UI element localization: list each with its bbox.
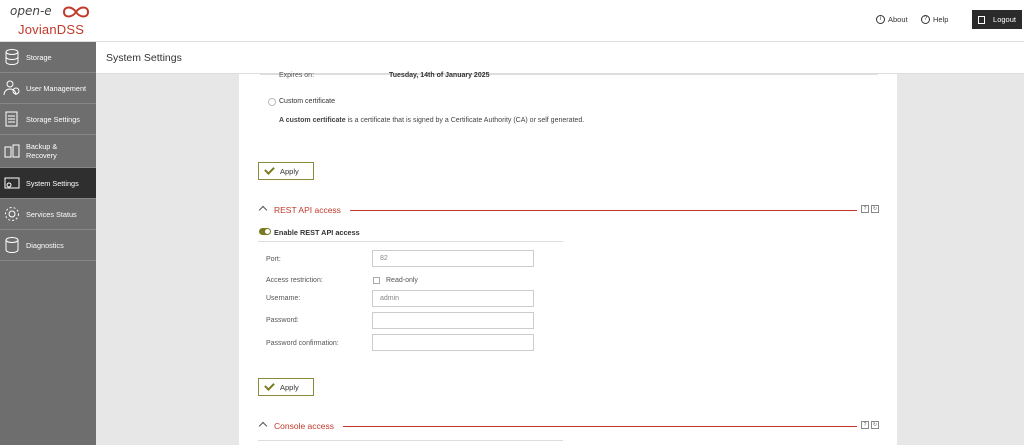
section-title: REST API access <box>274 205 341 215</box>
collapse-chevron-icon[interactable] <box>258 421 268 431</box>
about-label: About <box>888 15 908 24</box>
help-box-icon[interactable]: ? <box>861 421 869 429</box>
sidebar-item-label: System Settings <box>26 178 79 188</box>
section-line <box>343 426 857 427</box>
page-title: System Settings <box>106 52 182 64</box>
refresh-box-icon[interactable]: ↻ <box>871 205 879 213</box>
settings-panel: Expires on: Tuesday, 14th of January 202… <box>239 72 897 445</box>
sidebar-item-diagnostics[interactable]: Diagnostics <box>0 230 96 261</box>
logout-icon <box>978 15 985 24</box>
collapse-chevron-icon[interactable] <box>258 205 268 215</box>
refresh-box-icon[interactable]: ↻ <box>871 421 879 429</box>
help-box-icon[interactable]: ? <box>861 205 869 213</box>
sidebar: Storage User Management Storage Settings… <box>0 42 96 445</box>
sidebar-item-label: Backup & Recovery <box>26 142 58 160</box>
storage-settings-icon <box>5 111 18 127</box>
sidebar-item-label: Storage <box>26 52 52 62</box>
sidebar-item-label: Diagnostics <box>26 240 64 250</box>
username-label: Username: <box>266 295 301 302</box>
apply-certificate-button[interactable]: Apply <box>258 162 314 180</box>
apply-label: Apply <box>280 166 299 176</box>
expires-label: Expires on: <box>279 72 315 79</box>
sidebar-item-services-status[interactable]: Services Status <box>0 199 96 230</box>
read-only-label: Read-only <box>386 277 418 284</box>
sidebar-item-label: Services Status <box>26 209 77 219</box>
enable-rest-api-toggle[interactable] <box>259 228 271 235</box>
brand-logo[interactable]: open-e JovianDSS <box>10 4 90 38</box>
brand-line1: open-e <box>10 4 52 18</box>
access-restriction-label: Access restriction: <box>266 277 323 284</box>
section-line <box>350 210 857 211</box>
read-only-checkbox[interactable] <box>373 277 380 284</box>
custom-desc-bold: A custom certificate <box>279 117 346 124</box>
sidebar-item-user-management[interactable]: User Management <box>0 73 96 104</box>
page-header: System Settings <box>96 42 1024 74</box>
system-settings-icon <box>4 177 20 189</box>
divider <box>258 440 563 441</box>
apply-rest-api-button[interactable]: Apply <box>258 378 314 396</box>
sidebar-item-storage[interactable]: Storage <box>0 42 96 73</box>
storage-icon <box>5 49 19 66</box>
sidebar-item-system-settings[interactable]: System Settings <box>0 168 96 199</box>
custom-certificate-description: A custom certificate is a certificate th… <box>279 117 584 124</box>
username-input[interactable]: admin <box>372 290 534 307</box>
sidebar-item-label: User Management <box>26 83 87 93</box>
logout-button[interactable]: Logout <box>972 10 1022 29</box>
password-confirmation-label: Password confirmation: <box>266 340 339 347</box>
info-icon: i <box>876 15 885 24</box>
sidebar-item-backup-recovery[interactable]: Backup & Recovery <box>0 135 96 168</box>
divider <box>258 241 563 242</box>
sidebar-item-storage-settings[interactable]: Storage Settings <box>0 104 96 135</box>
expires-value: Tuesday, 14th of January 2025 <box>389 72 490 79</box>
console-section-header: Console access ? ↻ <box>239 420 897 434</box>
brand-line2: JovianDSS <box>18 22 85 37</box>
users-icon <box>3 80 20 96</box>
help-label: Help <box>933 15 949 24</box>
port-input[interactable]: 82 <box>372 250 534 267</box>
gear-icon <box>5 207 19 221</box>
sidebar-item-label: Storage Settings <box>26 114 80 124</box>
help-icon: ? <box>921 15 930 24</box>
password-label: Password: <box>266 317 299 324</box>
port-label: Port: <box>266 256 281 263</box>
about-link[interactable]: i About <box>876 15 908 24</box>
apply-label: Apply <box>280 382 299 392</box>
custom-certificate-label: Custom certificate <box>279 98 336 105</box>
password-confirmation-input[interactable] <box>372 334 534 351</box>
help-link[interactable]: ? Help <box>921 15 948 24</box>
divider <box>260 74 878 75</box>
custom-certificate-radio[interactable] <box>268 98 276 106</box>
password-input[interactable] <box>372 312 534 329</box>
rest-api-section-header: REST API access ? ↻ <box>239 204 897 218</box>
custom-desc-rest: is a certificate that is signed by a Cer… <box>345 117 585 124</box>
check-icon <box>264 380 275 391</box>
infinity-icon <box>62 6 90 18</box>
logout-label: Logout <box>993 15 1016 24</box>
check-icon <box>264 164 275 175</box>
section-title: Console access <box>274 421 335 431</box>
top-bar: open-e JovianDSS i About ? Help Logout <box>0 0 1024 42</box>
enable-rest-api-label: Enable REST API access <box>274 228 360 237</box>
backup-icon <box>4 144 20 158</box>
diagnostics-icon <box>5 237 19 254</box>
